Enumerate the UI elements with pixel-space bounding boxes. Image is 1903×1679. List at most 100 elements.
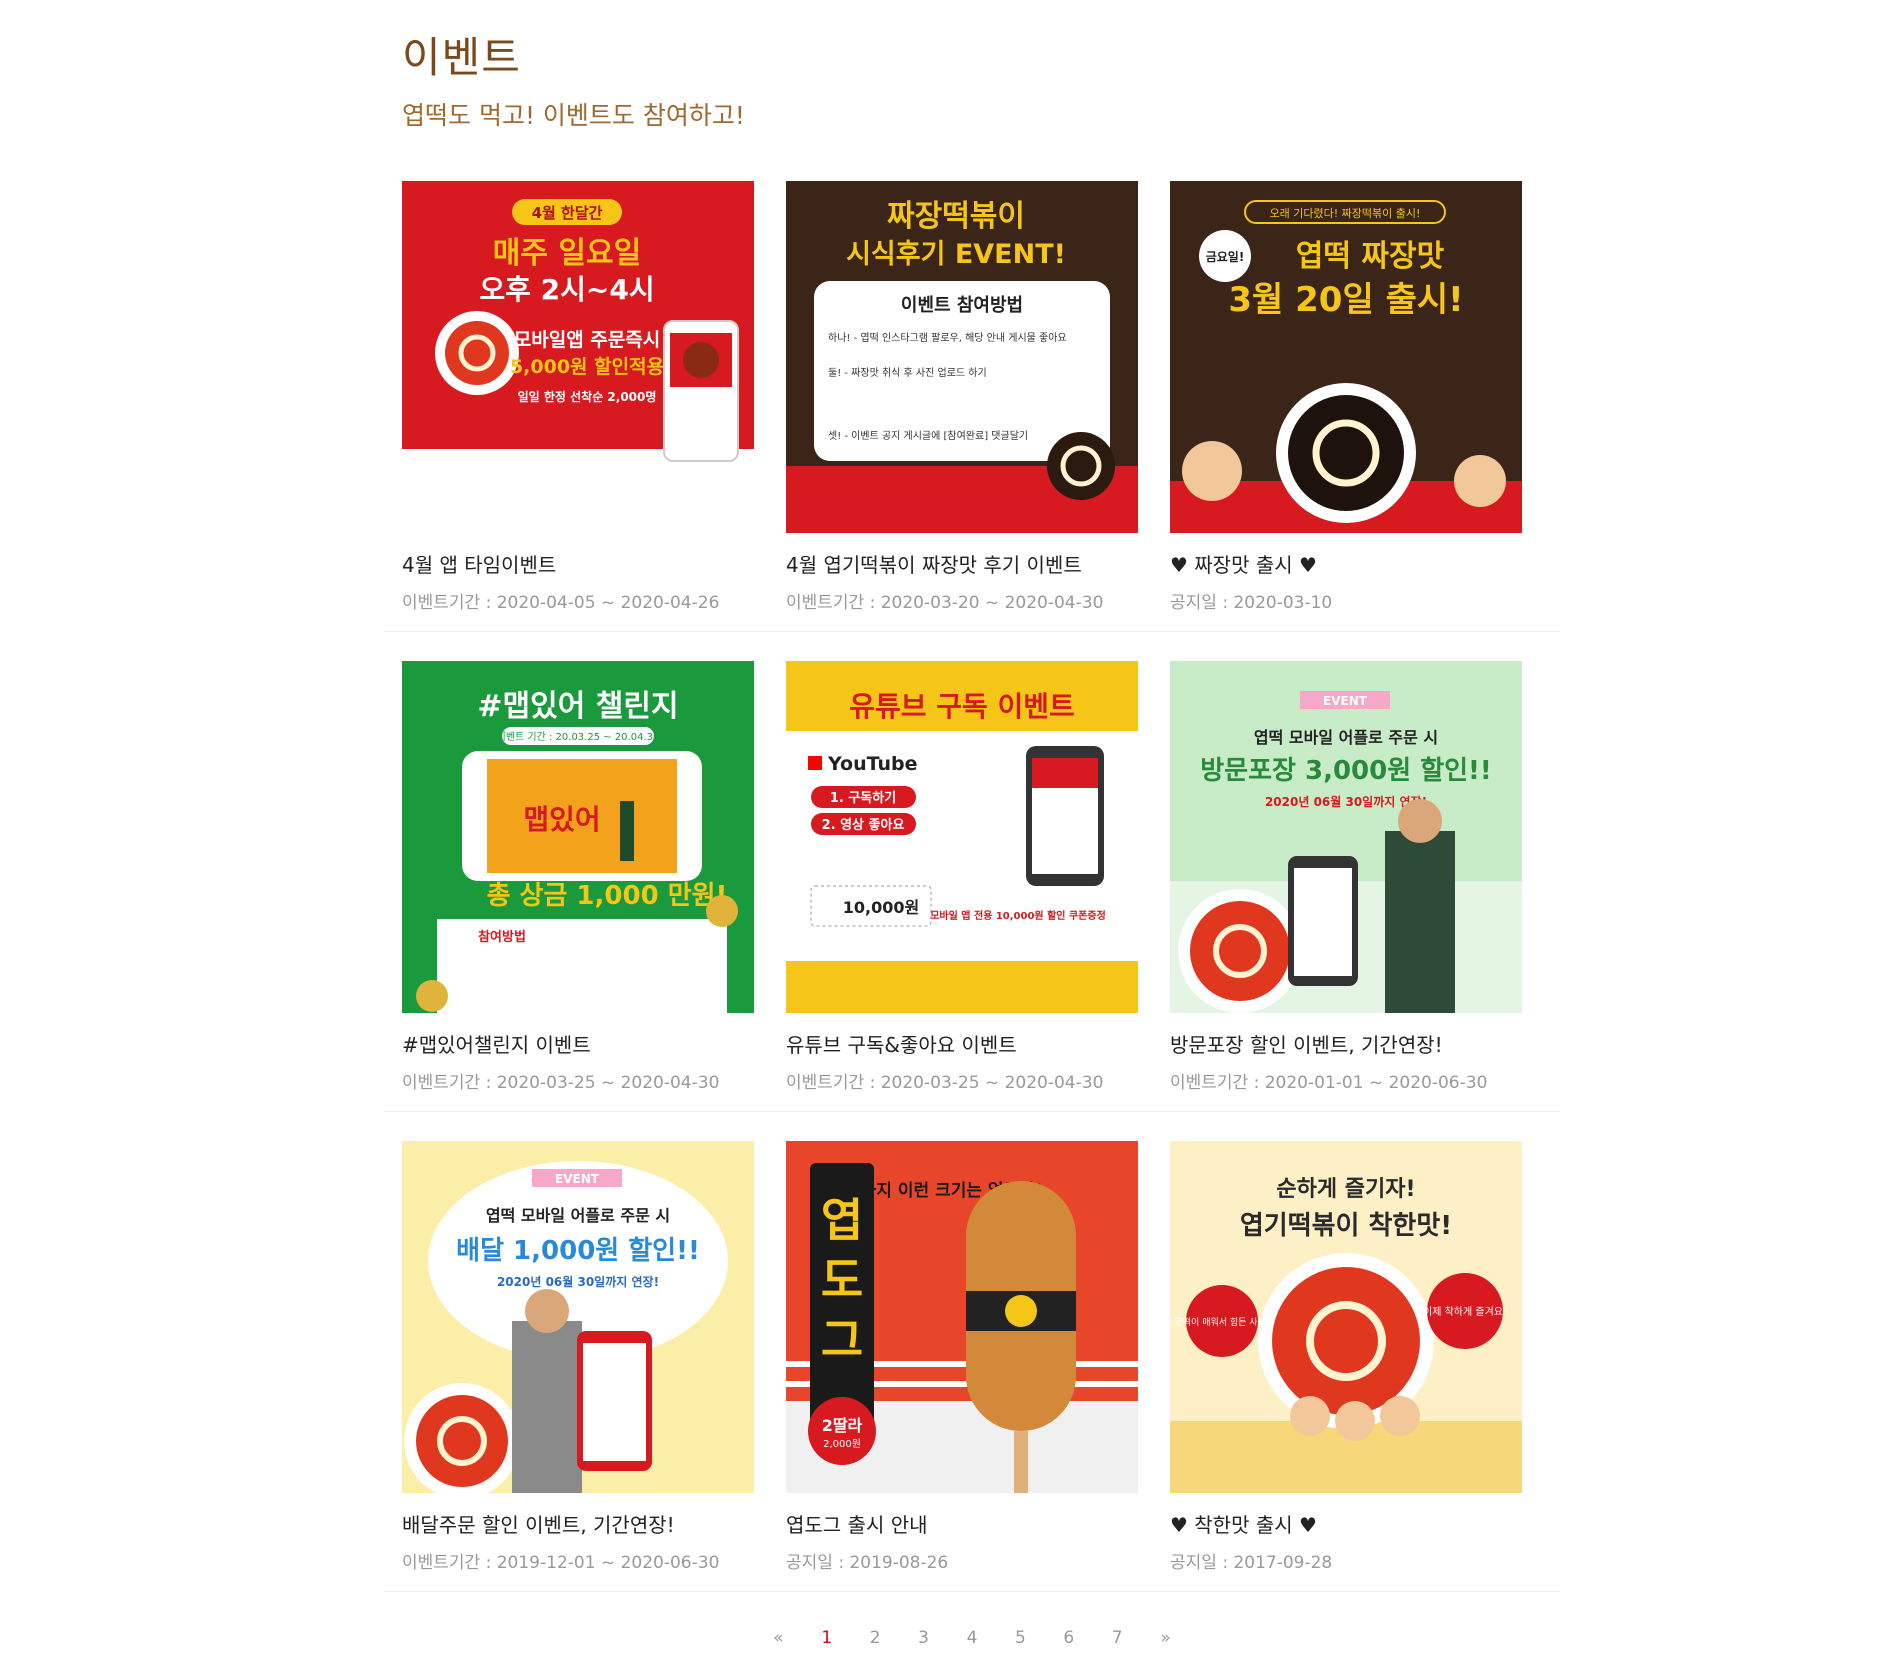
banner-text: 2020년 06월 30일까지 연장!: [497, 1274, 659, 1289]
event-title[interactable]: 4월 앱 타임이벤트: [402, 549, 754, 578]
event-card[interactable]: 4월 한달간 매주 일요일 오후 2시~4시 모바일앱 주문즉시 5,000원 …: [402, 181, 754, 613]
event-thumbnail[interactable]: 짜장떡볶이 시식후기 EVENT! 이벤트 참여방법 하나! - 엽떡 인스타그…: [786, 181, 1138, 533]
banner-text: 맵있어: [523, 803, 600, 836]
event-date: 이벤트기간 : 2020-03-20 ~ 2020-04-30: [786, 593, 1104, 613]
event-card[interactable]: EVENT 엽떡 모바일 어플로 주문 시 배달 1,000원 할인!! 202…: [402, 1141, 754, 1573]
banner-text: 둘! - 짜장맛 취식 후 사진 업로드 하기: [828, 366, 987, 379]
pagination: « 1 2 3 4 5 6 7 »: [402, 1628, 1542, 1648]
event-row: #맵있어 챌린지 이벤트 기간 : 20.03.25 ~ 20.04.30 맵있…: [384, 661, 1560, 1141]
banner-text: 엽기떡볶이 착한맛!: [1240, 1211, 1452, 1241]
row-divider: [384, 1111, 1560, 1112]
banner-text: 모바일 앱 전용 10,000원 할인 쿠폰증정: [930, 909, 1106, 922]
event-card[interactable]: 엽 도 그 지금까지 이런 크기는 없었다! 2딸라 2,000원 엽도그 출시…: [786, 1141, 1138, 1573]
event-card[interactable]: #맵있어 챌린지 이벤트 기간 : 20.03.25 ~ 20.04.30 맵있…: [402, 661, 754, 1093]
banner-text: 순하게 즐기자!: [1276, 1177, 1415, 1202]
event-title[interactable]: #맵있어챌린지 이벤트: [402, 1029, 754, 1058]
banner-text: 이벤트 기간 : 20.03.25 ~ 20.04.30: [497, 731, 660, 743]
banner-text: 엽떡이 매워서 힘든 사람!: [1175, 1316, 1270, 1328]
event-date: 이벤트기간 : 2020-03-25 ~ 2020-04-30: [402, 1073, 720, 1093]
event-date: 이벤트기간 : 2019-12-01 ~ 2020-06-30: [402, 1553, 720, 1573]
event-date: 공지일 : 2020-03-10: [1170, 593, 1333, 613]
page-subtitle: 엽떡도 먹고! 이벤트도 참여하고!: [402, 101, 745, 130]
banner-text: YouTube: [827, 753, 917, 775]
banner-text: 금요일!: [1206, 250, 1245, 264]
event-banner-image: 유튜브 구독 이벤트 YouTube 1. 구독하기 2. 영상 좋아요 10,…: [786, 661, 1138, 1013]
page-3[interactable]: 3: [902, 1628, 945, 1648]
banner-text: 이벤트 참여방법: [901, 295, 1023, 316]
banner-text: 총 상금 1,000 만원!: [487, 881, 728, 911]
event-thumbnail[interactable]: 4월 한달간 매주 일요일 오후 2시~4시 모바일앱 주문즉시 5,000원 …: [402, 181, 754, 533]
banner-text: 5,000원 할인적용: [510, 355, 664, 378]
event-thumbnail[interactable]: 유튜브 구독 이벤트 YouTube 1. 구독하기 2. 영상 좋아요 10,…: [786, 661, 1138, 1013]
character-icon: [1380, 1396, 1420, 1436]
banner-text: EVENT: [1323, 694, 1368, 708]
event-thumbnail[interactable]: 오래 기다렸다! 짜장떡볶이 출시! 금요일! 엽떡 짜장맛 3월 20일 출시…: [1170, 181, 1522, 533]
page-2[interactable]: 2: [854, 1628, 897, 1648]
event-title[interactable]: 유튜브 구독&좋아요 이벤트: [786, 1029, 1138, 1058]
event-card[interactable]: 유튜브 구독 이벤트 YouTube 1. 구독하기 2. 영상 좋아요 10,…: [786, 661, 1138, 1093]
event-title[interactable]: 4월 엽기떡볶이 짜장맛 후기 이벤트: [786, 549, 1138, 578]
banner-text: 2딸라: [822, 1416, 863, 1435]
banner-text: 방문포장 3,000원 할인!!: [1200, 756, 1492, 786]
banner-text: 배달 1,000원 할인!!: [456, 1236, 700, 1266]
banner-text: 오후 2시~4시: [479, 273, 654, 306]
banner-text: 유튜브 구독 이벤트: [849, 690, 1075, 723]
next-page-button[interactable]: »: [1144, 1628, 1187, 1648]
event-card[interactable]: 오래 기다렸다! 짜장떡볶이 출시! 금요일! 엽떡 짜장맛 3월 20일 출시…: [1170, 181, 1522, 613]
page-5[interactable]: 5: [999, 1628, 1042, 1648]
coin-icon: [416, 980, 448, 1012]
character-icon: [1335, 1401, 1375, 1441]
event-card[interactable]: 짜장떡볶이 시식후기 EVENT! 이벤트 참여방법 하나! - 엽떡 인스타그…: [786, 181, 1138, 613]
banner-text: 도: [821, 1253, 863, 1307]
event-card[interactable]: 순하게 즐기자! 엽기떡볶이 착한맛! 엽떡이 매워서 힘든 사람! 이제 착하…: [1170, 1141, 1522, 1573]
banner-text: 2,000원: [823, 1438, 861, 1450]
event-thumbnail[interactable]: #맵있어 챌린지 이벤트 기간 : 20.03.25 ~ 20.04.30 맵있…: [402, 661, 754, 1013]
banner-text: 모바일앱 주문즉시: [514, 329, 660, 351]
character-icon: [1290, 1396, 1330, 1436]
event-thumbnail[interactable]: 순하게 즐기자! 엽기떡볶이 착한맛! 엽떡이 매워서 힘든 사람! 이제 착하…: [1170, 1141, 1522, 1493]
event-title[interactable]: ♥ 착한맛 출시 ♥: [1170, 1509, 1522, 1538]
row-divider: [384, 1591, 1560, 1592]
banner-text: 그: [821, 1313, 863, 1367]
jjajang-bowl-icon: [1047, 432, 1115, 500]
event-thumbnail[interactable]: EVENT 엽떡 모바일 어플로 주문 시 배달 1,000원 할인!! 202…: [402, 1141, 754, 1493]
banner-text: 짜장떡볶이: [887, 199, 1025, 234]
banner-text: 시식후기 EVENT!: [846, 239, 1066, 270]
prev-page-button[interactable]: «: [757, 1628, 800, 1648]
banner-text: #맵있어 챌린지: [477, 689, 678, 724]
event-title[interactable]: ♥ 짜장맛 출시 ♥: [1170, 549, 1522, 578]
page-4[interactable]: 4: [951, 1628, 994, 1648]
youtube-icon: [808, 756, 822, 770]
event-date: 이벤트기간 : 2020-04-05 ~ 2020-04-26: [402, 593, 720, 613]
event-banner-image: 오래 기다렸다! 짜장떡볶이 출시! 금요일! 엽떡 짜장맛 3월 20일 출시…: [1170, 181, 1522, 533]
banner-text: 이제 착하게 즐겨요!: [1423, 1305, 1507, 1318]
event-title[interactable]: 엽도그 출시 안내: [786, 1509, 1138, 1538]
character-icon: [1182, 441, 1242, 501]
event-title[interactable]: 배달주문 할인 이벤트, 기간연장!: [402, 1509, 754, 1538]
banner-text: 1. 구독하기: [830, 790, 896, 806]
event-banner-image: EVENT 엽떡 모바일 어플로 주문 시 배달 1,000원 할인!! 202…: [402, 1141, 754, 1493]
coin-icon: [706, 895, 738, 927]
event-date: 이벤트기간 : 2020-01-01 ~ 2020-06-30: [1170, 1073, 1488, 1093]
event-date: 공지일 : 2017-09-28: [1170, 1553, 1333, 1573]
banner-text: 오래 기다렸다! 짜장떡볶이 출시!: [1270, 207, 1421, 220]
event-banner-image: 4월 한달간 매주 일요일 오후 2시~4시 모바일앱 주문즉시 5,000원 …: [402, 181, 754, 533]
event-title[interactable]: 방문포장 할인 이벤트, 기간연장!: [1170, 1029, 1522, 1058]
spokesperson-figure: [512, 1321, 582, 1493]
event-card[interactable]: EVENT 엽떡 모바일 어플로 주문 시 방문포장 3,000원 할인!! 2…: [1170, 661, 1522, 1093]
page-7[interactable]: 7: [1096, 1628, 1139, 1648]
event-thumbnail[interactable]: 엽 도 그 지금까지 이런 크기는 없었다! 2딸라 2,000원: [786, 1141, 1138, 1493]
banner-text: 셋! - 이벤트 공지 게시글에 [참여완료] 댓글달기: [828, 430, 1028, 442]
event-row: EVENT 엽떡 모바일 어플로 주문 시 배달 1,000원 할인!! 202…: [384, 1141, 1560, 1621]
banner-text: 참여방법: [478, 929, 526, 945]
banner-text: 일일 한정 선착순 2,000명: [518, 389, 657, 404]
page-1[interactable]: 1: [805, 1628, 848, 1648]
banner-text: 엽: [821, 1193, 863, 1247]
banner-text: 2020년 06월 30일까지 연장!: [1265, 794, 1427, 809]
banner-text: 엽떡 모바일 어플로 주문 시: [1254, 728, 1438, 747]
event-thumbnail[interactable]: EVENT 엽떡 모바일 어플로 주문 시 방문포장 3,000원 할인!! 2…: [1170, 661, 1522, 1013]
page-6[interactable]: 6: [1047, 1628, 1090, 1648]
event-banner-image: #맵있어 챌린지 이벤트 기간 : 20.03.25 ~ 20.04.30 맵있…: [402, 661, 754, 1013]
banner-text: 4월 한달간: [532, 204, 603, 222]
event-banner-image: 순하게 즐기자! 엽기떡볶이 착한맛! 엽떡이 매워서 힘든 사람! 이제 착하…: [1170, 1141, 1522, 1493]
